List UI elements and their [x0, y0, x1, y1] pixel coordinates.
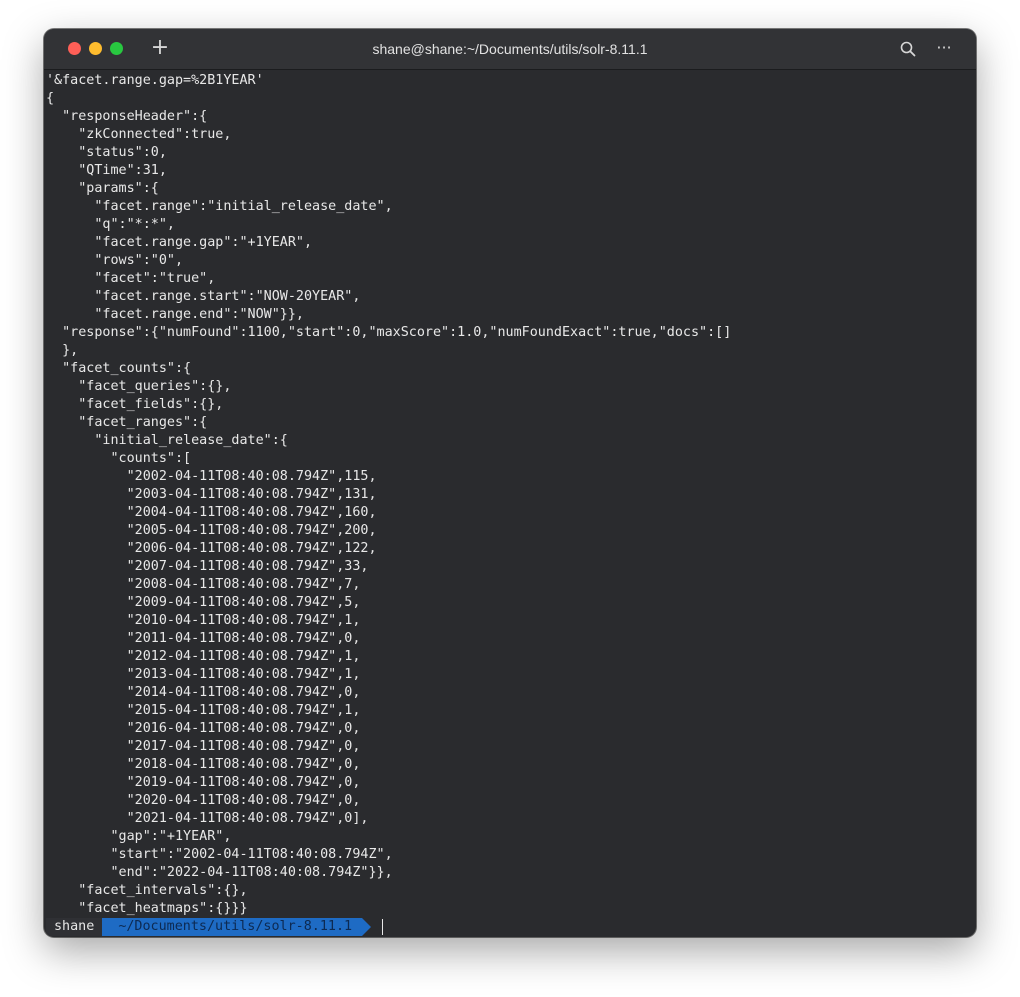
terminal-line: "status":0, — [46, 145, 167, 160]
terminal-line: "counts":[ — [46, 451, 192, 466]
terminal-line: "2019-04-11T08:40:08.794Z",0, — [46, 775, 361, 790]
terminal-line: "q":"*:*", — [46, 217, 175, 232]
title-bar: + shane@shane:~/Documents/utils/solr-8.1… — [44, 29, 976, 70]
terminal-line: "2012-04-11T08:40:08.794Z",1, — [46, 649, 361, 664]
terminal-line: "2002-04-11T08:40:08.794Z",115, — [46, 469, 377, 484]
terminal-line: "facet_heatmaps":{}}} — [46, 901, 248, 916]
search-icon[interactable] — [899, 40, 917, 58]
terminal-line: { — [46, 91, 55, 106]
terminal-line: "facet_intervals":{}, — [46, 883, 248, 898]
terminal-line: '&facet.range.gap=%2B1YEAR' — [46, 73, 264, 88]
terminal-line: "2018-04-11T08:40:08.794Z",0, — [46, 757, 361, 772]
terminal-line: "2021-04-11T08:40:08.794Z",0], — [46, 811, 369, 826]
terminal-line: "2015-04-11T08:40:08.794Z",1, — [46, 703, 361, 718]
terminal-line: "facet.range.gap":"+1YEAR", — [46, 235, 313, 250]
terminal-line: "2017-04-11T08:40:08.794Z",0, — [46, 739, 361, 754]
terminal-line: "2020-04-11T08:40:08.794Z",0, — [46, 793, 361, 808]
terminal-line: "2013-04-11T08:40:08.794Z",1, — [46, 667, 361, 682]
terminal-line: "facet_queries":{}, — [46, 379, 232, 394]
terminal-line: "initial_release_date":{ — [46, 433, 288, 448]
terminal-line: "zkConnected":true, — [46, 127, 232, 142]
terminal-line: "facet.range":"initial_release_date", — [46, 199, 393, 214]
terminal-line: "facet":"true", — [46, 271, 216, 286]
terminal-output[interactable]: '&facet.range.gap=%2B1YEAR' { "responseHe… — [46, 72, 976, 937]
ellipsis-icon[interactable]: ··· — [935, 38, 953, 58]
window-title: shane@shane:~/Documents/utils/solr-8.11.… — [372, 41, 648, 57]
terminal-line: "end":"2022-04-11T08:40:08.794Z"}}, — [46, 865, 393, 880]
shell-prompt[interactable]: shane ~/Documents/utils/solr-8.11.1 — [46, 918, 976, 936]
terminal-line: "params":{ — [46, 181, 159, 196]
terminal-line: "2014-04-11T08:40:08.794Z",0, — [46, 685, 361, 700]
terminal-line: "start":"2002-04-11T08:40:08.794Z", — [46, 847, 393, 862]
prompt-path-segment: ~/Documents/utils/solr-8.11.1 — [102, 918, 371, 936]
terminal-line: "facet.range.end":"NOW"}}, — [46, 307, 304, 322]
terminal-line: "2010-04-11T08:40:08.794Z",1, — [46, 613, 361, 628]
terminal-line: "facet.range.start":"NOW-20YEAR", — [46, 289, 361, 304]
terminal-line: "2004-04-11T08:40:08.794Z",160, — [46, 505, 377, 520]
terminal-line: "2007-04-11T08:40:08.794Z",33, — [46, 559, 369, 574]
terminal-line: "2016-04-11T08:40:08.794Z",0, — [46, 721, 361, 736]
terminal-line: "facet_fields":{}, — [46, 397, 224, 412]
terminal-line: "gap":"+1YEAR", — [46, 829, 232, 844]
terminal-line: "2003-04-11T08:40:08.794Z",131, — [46, 487, 377, 502]
terminal-line: "2008-04-11T08:40:08.794Z",7, — [46, 577, 361, 592]
text-cursor — [382, 919, 384, 935]
terminal-line: "2009-04-11T08:40:08.794Z",5, — [46, 595, 361, 610]
terminal-line: "2006-04-11T08:40:08.794Z",122, — [46, 541, 377, 556]
terminal-line: "facet_counts":{ — [46, 361, 192, 376]
terminal-line: "facet_ranges":{ — [46, 415, 208, 430]
prompt-user-segment: shane — [46, 918, 103, 936]
terminal-line: "rows":"0", — [46, 253, 184, 268]
terminal-line: "2005-04-11T08:40:08.794Z",200, — [46, 523, 377, 538]
terminal-line: "responseHeader":{ — [46, 109, 208, 124]
terminal-window: + shane@shane:~/Documents/utils/solr-8.1… — [44, 29, 976, 937]
terminal-line: "response":{"numFound":1100,"start":0,"m… — [46, 325, 732, 340]
terminal-line: "2011-04-11T08:40:08.794Z",0, — [46, 631, 361, 646]
terminal-line: "QTime":31, — [46, 163, 167, 178]
terminal-line: }, — [46, 343, 79, 358]
